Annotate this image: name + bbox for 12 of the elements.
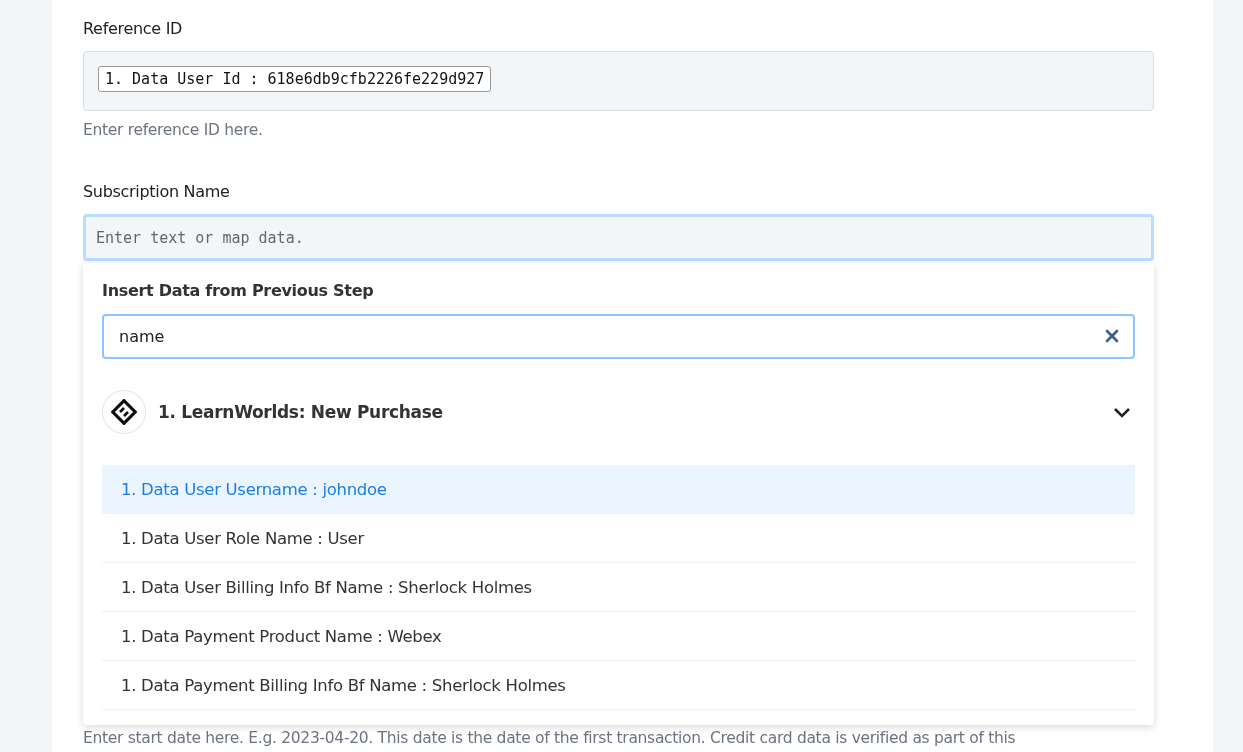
subscription-name-field[interactable]: Enter text or map data. bbox=[83, 214, 1154, 261]
data-chip[interactable]: 1. Data User Id : 618e6db9cfb2226fe229d927 bbox=[98, 66, 492, 92]
search-field[interactable]: name bbox=[102, 314, 1135, 359]
field-label: Subscription Name bbox=[83, 181, 231, 203]
field-label: Reference ID bbox=[83, 18, 184, 40]
data-option[interactable]: 1. Data User Username : johndoe bbox=[102, 465, 1135, 514]
dropdown-title: Insert Data from Previous Step bbox=[102, 281, 375, 300]
reference-id-field[interactable]: 1. Data User Id : 618e6db9cfb2226fe229d927 bbox=[83, 51, 1154, 111]
field-help: Enter reference ID here. bbox=[83, 121, 264, 139]
close-icon[interactable] bbox=[1105, 329, 1119, 343]
field-help: Enter start date here. E.g. 2023-04-20. This date is the date of the first transaction. Credit card data is verified as part of this bbox=[83, 729, 1017, 747]
step-title: 1. LearnWorlds: New Purchase bbox=[158, 402, 444, 422]
